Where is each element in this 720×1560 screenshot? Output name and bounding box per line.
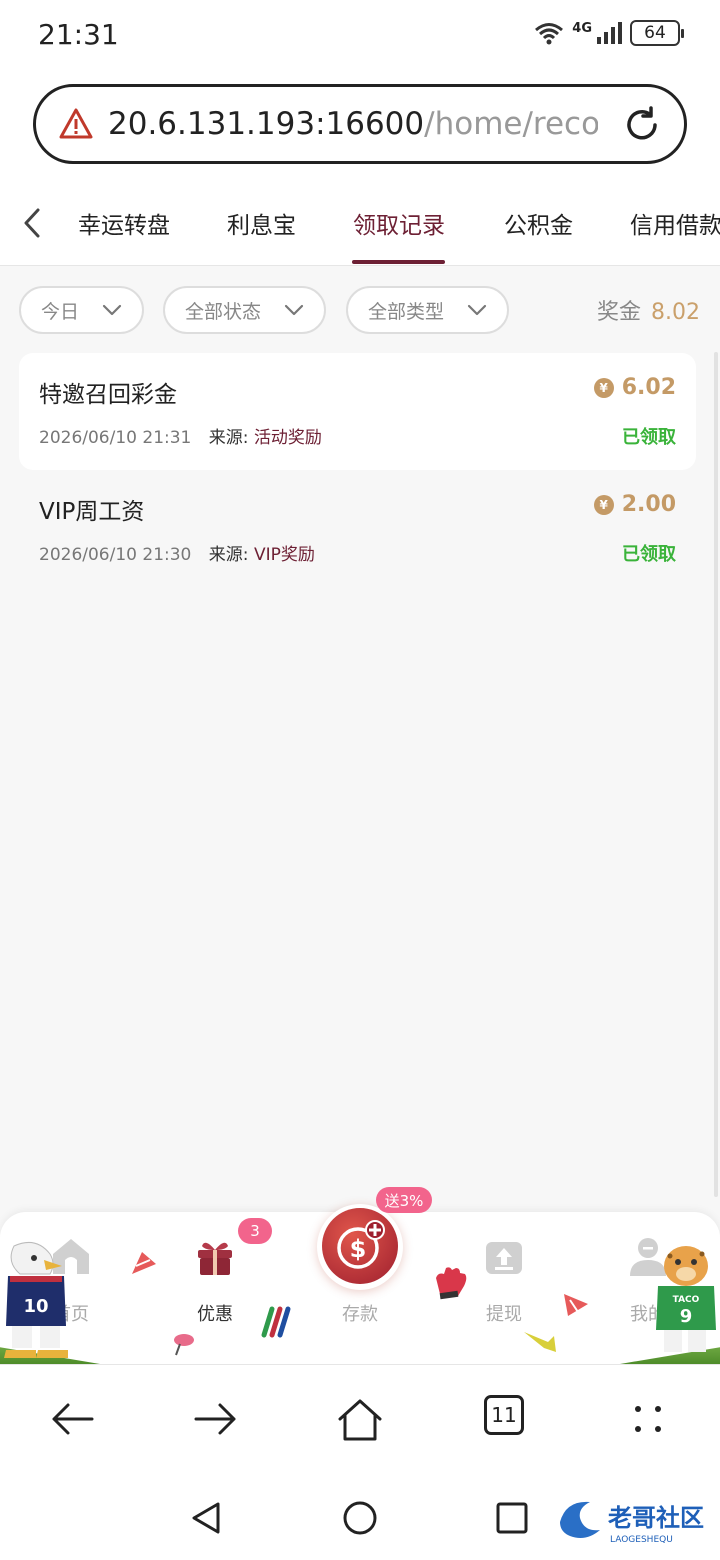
wifi-icon xyxy=(535,23,564,45)
party-horn-icon xyxy=(132,1252,156,1274)
record-title: 特邀召回彩金 xyxy=(39,382,177,408)
chevron-down-icon xyxy=(467,304,487,316)
system-back-icon[interactable] xyxy=(188,1500,224,1536)
coin-icon: ¥ xyxy=(593,377,614,398)
url-bar[interactable]: 20.6.131.193:16600/home/records xyxy=(33,84,687,164)
gift-icon xyxy=(198,1242,232,1275)
watermark-sub: LAOGESHEQU xyxy=(610,1535,673,1545)
system-home-icon[interactable] xyxy=(342,1500,378,1536)
browser-toolbar: 20.6.131.193:16600/home/records xyxy=(0,70,720,182)
url-text[interactable]: 20.6.131.193:16600/home/records xyxy=(108,106,598,142)
record-source: 活动奖励 xyxy=(253,428,322,448)
warning-icon[interactable] xyxy=(58,106,94,142)
nav-withdraw[interactable]: 提现 xyxy=(459,1234,549,1326)
record-amount-value: 6.02 xyxy=(621,375,676,400)
chevron-left-icon[interactable] xyxy=(18,206,48,240)
tabs-count-button[interactable]: 11 xyxy=(484,1395,524,1435)
bonus-label: 奖金 xyxy=(597,300,642,325)
mexico-flag-icon xyxy=(261,1306,291,1338)
svg-text:9: 9 xyxy=(680,1306,693,1327)
record-amount: ¥ 2.00 xyxy=(593,492,676,517)
record-meta: 2026/06/10 21:30 来源: VIP奖励 xyxy=(39,540,315,565)
tab-claim-records[interactable]: 领取记录 xyxy=(353,206,445,240)
nav-withdraw-label: 提现 xyxy=(486,1304,522,1325)
record-time: 2026/06/10 21:31 xyxy=(39,428,192,448)
record-item[interactable]: VIP周工资 ¥ 2.00 2026/06/10 21:30 来源: VIP奖励… xyxy=(19,470,696,587)
bonus-total: 奖金 8.02 xyxy=(597,294,700,326)
date-filter-label: 今日 xyxy=(41,300,80,323)
record-status: 已领取 xyxy=(622,544,676,565)
menu-dots-icon[interactable] xyxy=(624,1395,672,1443)
tab-interest[interactable]: 利息宝 xyxy=(227,206,296,240)
url-host: 20.6.131.193:16600 xyxy=(108,106,425,142)
battery-level: 64 xyxy=(644,23,666,43)
chevron-down-icon xyxy=(102,304,122,316)
signal-icon xyxy=(597,22,622,44)
nav-promo-label: 优惠 xyxy=(197,1304,233,1325)
record-item[interactable]: 特邀召回彩金 ¥ 6.02 2026/06/10 21:31 来源: 活动奖励 … xyxy=(19,353,696,470)
nav-promo[interactable]: 优惠 xyxy=(170,1234,260,1326)
type-filter[interactable]: 全部类型 xyxy=(346,286,509,334)
tab-provident-fund[interactable]: 公积金 xyxy=(504,206,573,240)
record-time: 2026/06/10 21:30 xyxy=(39,545,192,565)
watermark-text: 老哥社区 xyxy=(608,1504,704,1532)
home-icon[interactable] xyxy=(336,1395,384,1443)
record-status: 已领取 xyxy=(622,427,676,448)
watermark-logo: 老哥社区 LAOGESHEQU xyxy=(556,1492,706,1548)
eagle-mascot-icon: 10 xyxy=(4,1241,68,1358)
record-meta: 2026/06/10 21:31 来源: 活动奖励 xyxy=(39,423,322,448)
svg-text:10: 10 xyxy=(23,1296,48,1317)
promo-badge: 3 xyxy=(238,1218,272,1244)
deposit-promo-tag: 送3% xyxy=(376,1187,432,1213)
dragon-logo-icon: 老哥社区 LAOGESHEQU xyxy=(560,1501,704,1545)
category-tabs: 幸运转盘 利息宝 领取记录 公积金 信用借款 xyxy=(0,182,720,266)
deposit-button[interactable]: $ xyxy=(322,1208,398,1284)
network-label: 4G xyxy=(572,20,592,36)
record-source-label: 来源: xyxy=(208,428,249,448)
reload-icon[interactable] xyxy=(622,105,662,145)
tab-lucky-wheel[interactable]: 幸运转盘 xyxy=(78,206,170,240)
record-source-label: 来源: xyxy=(208,545,249,565)
scrollbar[interactable] xyxy=(714,352,718,1197)
status-icons: 4G 64 xyxy=(534,20,684,46)
back-arrow-icon[interactable] xyxy=(48,1395,96,1443)
record-source: VIP奖励 xyxy=(253,545,315,565)
bonus-value: 8.02 xyxy=(651,300,700,325)
record-title: VIP周工资 xyxy=(39,499,145,525)
chevron-down-icon xyxy=(284,304,304,316)
dollar-plus-icon: $ xyxy=(337,1220,385,1269)
type-filter-label: 全部类型 xyxy=(368,300,445,323)
party-horn-icon xyxy=(564,1294,588,1316)
battery-icon: 64 xyxy=(630,20,684,46)
whistle-icon xyxy=(174,1334,194,1356)
url-path: /home/records xyxy=(424,106,598,142)
vuvuzela-icon xyxy=(524,1332,556,1352)
status-bar: 21:31 4G 64 xyxy=(0,0,720,70)
deposit-label: 存款 xyxy=(342,1304,378,1325)
upload-icon xyxy=(486,1242,522,1274)
system-recents-icon[interactable] xyxy=(494,1500,530,1536)
coin-icon: ¥ xyxy=(593,494,614,515)
tab-credit-loan[interactable]: 信用借款 xyxy=(630,206,720,240)
status-time: 21:31 xyxy=(38,18,119,51)
goalkeeper-glove-icon xyxy=(436,1267,467,1300)
jaguar-mascot-icon: TACO 9 xyxy=(656,1246,716,1352)
forward-arrow-icon[interactable] xyxy=(192,1395,240,1443)
status-filter-label: 全部状态 xyxy=(185,300,262,323)
record-amount: ¥ 6.02 xyxy=(593,375,676,400)
date-filter[interactable]: 今日 xyxy=(19,286,144,334)
svg-text:$: $ xyxy=(350,1235,367,1263)
browser-nav-bar: 11 xyxy=(0,1364,720,1474)
active-tab-indicator xyxy=(352,260,445,264)
svg-text:TACO: TACO xyxy=(673,1295,700,1305)
record-amount-value: 2.00 xyxy=(621,492,676,517)
status-filter[interactable]: 全部状态 xyxy=(163,286,326,334)
